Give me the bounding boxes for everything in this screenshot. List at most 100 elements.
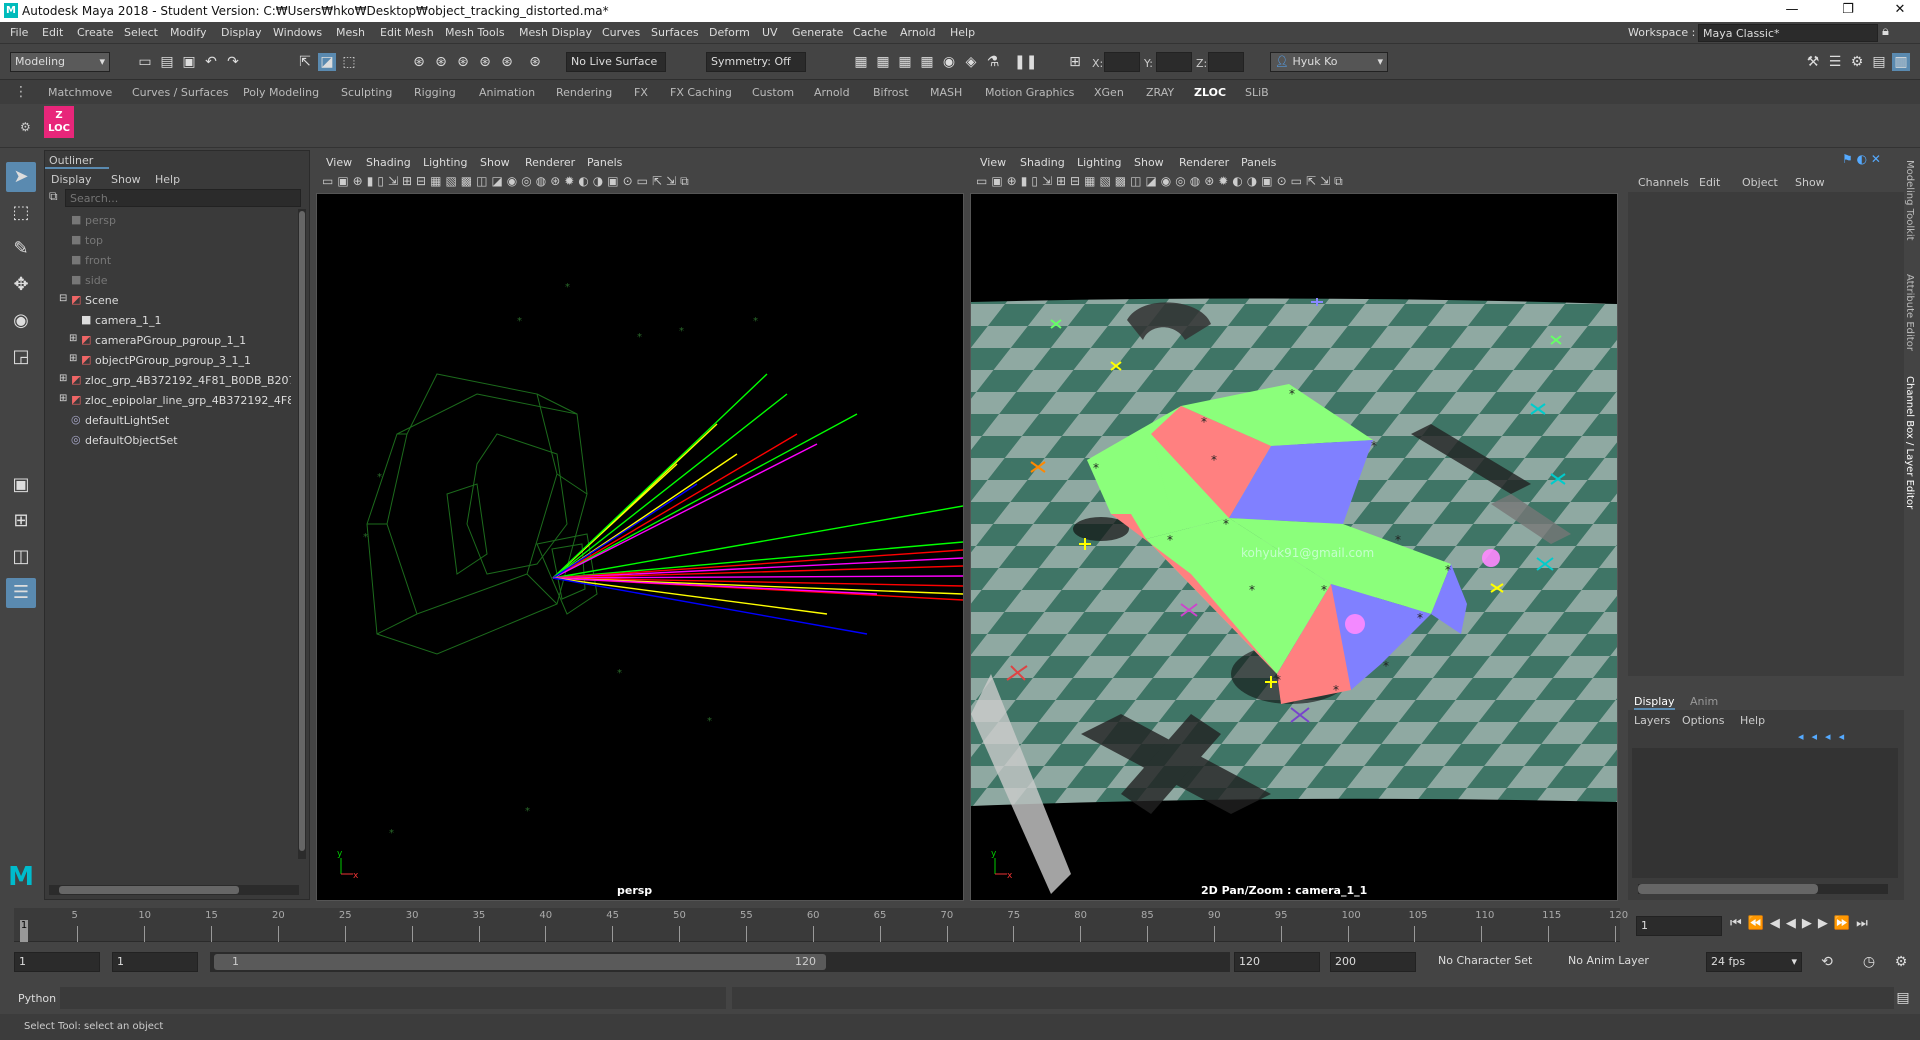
render-view-icon[interactable]: ▦ [852, 53, 870, 71]
menu-edit[interactable]: Edit [42, 26, 63, 39]
vp-left-menu-show[interactable]: Show [480, 156, 510, 169]
layer-tool-icons[interactable]: ◂◂◂◂ [1798, 730, 1852, 743]
select-hierarchy-icon[interactable]: ⇱ [296, 53, 314, 71]
playback-end-field[interactable]: 120 [1234, 952, 1320, 972]
playback-controls[interactable]: ⏮⏪◀◀▶▶⏩⏭ [1730, 916, 1874, 931]
vp-right-menu-shading[interactable]: Shading [1020, 156, 1065, 169]
menu-help[interactable]: Help [950, 26, 975, 39]
menu-edit-mesh[interactable]: Edit Mesh [380, 26, 434, 39]
attribute-editor-icon[interactable]: ☰ [1826, 53, 1844, 71]
maximize-button[interactable]: ❐ [1828, 2, 1868, 17]
step-forward-key-icon[interactable]: ⏩ [1834, 916, 1856, 931]
layer-menu-help[interactable]: Help [1740, 714, 1765, 727]
fps-dropdown[interactable]: 24 fps ▾ [1706, 952, 1802, 972]
step-forward-frame-icon[interactable]: ▶ [1818, 916, 1834, 931]
right-viewport-camera[interactable]: * * * * * * * * * * * * * * * kohyuk91@gmail.com yx… [970, 193, 1618, 901]
outliner-horizontal-scrollbar[interactable] [49, 885, 299, 895]
new-scene-icon[interactable]: ▭ [136, 53, 154, 71]
play-forward-icon[interactable]: ▶ [1802, 916, 1818, 931]
undo-icon[interactable]: ↶ [202, 53, 220, 71]
layer-menu-options[interactable]: Options [1682, 714, 1724, 727]
channel-box-icons[interactable]: ⚑ ◐ ✕ [1842, 152, 1881, 166]
live-surface-field[interactable]: No Live Surface [566, 52, 666, 72]
menu-surfaces[interactable]: Surfaces [651, 26, 699, 39]
snap-surface-icon[interactable]: ⊛ [498, 53, 516, 71]
left-viewport-toolbar[interactable]: ▭▣⊕▮▯⇲⊞⊟▦▧▩◫◪◉◎◍⊛✹◐◑▣⊙▭⇱⇲⧉ [316, 171, 964, 193]
scene-end-field[interactable]: 200 [1330, 952, 1416, 972]
auto-key-icon[interactable]: ◷ [1860, 953, 1878, 971]
outliner-tab[interactable]: Outliner [45, 151, 109, 169]
menu-mesh[interactable]: Mesh [336, 26, 365, 39]
expand-icon[interactable]: ⊞ [69, 333, 77, 344]
collapse-icon[interactable]: ⊟ [59, 293, 67, 304]
shelf-tab-xgen[interactable]: XGen [1094, 86, 1124, 99]
zloc-shelf-button[interactable]: Z LOC [44, 106, 74, 138]
outliner-item-camera-pgroup[interactable]: ⊞ ◩ cameraPGroup_pgroup_1_1 [45, 331, 293, 351]
vp-right-menu-panels[interactable]: Panels [1241, 156, 1276, 169]
layer-tab-anim[interactable]: Anim [1690, 695, 1718, 708]
vp-left-menu-panels[interactable]: Panels [587, 156, 622, 169]
channel-menu-object[interactable]: Object [1742, 176, 1778, 189]
shelf-tab-zloc[interactable]: ZLOC [1194, 86, 1226, 99]
menu-generate[interactable]: Generate [792, 26, 843, 39]
step-back-frame-icon[interactable]: ◀ [1770, 916, 1786, 931]
outliner-item-zloc-grp[interactable]: ⊞ ◩ zloc_grp_4B372192_4F81_B0DB_B207_ [45, 371, 293, 391]
range-slider-handle[interactable]: 1 120 [214, 954, 826, 970]
outliner-menu-display[interactable]: Display [51, 173, 92, 186]
paint-select-tool-icon[interactable]: ✎ [6, 234, 36, 264]
snap-curve-icon[interactable]: ⊛ [432, 53, 450, 71]
minimize-button[interactable]: — [1772, 2, 1812, 17]
tool-settings-icon[interactable]: ⚙ [1848, 53, 1866, 71]
hypershade-icon[interactable]: ◉ [940, 53, 958, 71]
snap-grid-icon[interactable]: ⊛ [410, 53, 428, 71]
move-tool-icon[interactable]: ✥ [6, 270, 36, 300]
outliner-item-front[interactable]: ■ front [45, 251, 293, 271]
side-by-side-layout-icon[interactable]: ◫ [6, 542, 36, 572]
anim-layer-dropdown[interactable]: No Anim Layer [1564, 952, 1684, 972]
vp-right-menu-view[interactable]: View [980, 156, 1006, 169]
script-editor-icon[interactable]: ▤ [1894, 989, 1912, 1007]
rotate-tool-icon[interactable]: ◉ [6, 306, 36, 336]
outliner-filter-icon[interactable]: ⧉ [49, 189, 58, 204]
single-perspective-layout-icon[interactable]: ▣ [6, 470, 36, 500]
workspace-dropdown[interactable]: Maya Classic* [1698, 24, 1878, 42]
channel-menu-edit[interactable]: Edit [1699, 176, 1720, 189]
shelf-options-icon[interactable]: ⋮ [14, 84, 28, 100]
expand-icon[interactable]: ⊞ [59, 373, 67, 384]
range-slider-track[interactable]: 1 120 [210, 952, 1230, 972]
vp-right-menu-show[interactable]: Show [1134, 156, 1164, 169]
render-setup-icon[interactable]: ◈ [962, 53, 980, 71]
menu-windows[interactable]: Windows [273, 26, 322, 39]
outliner-item-side[interactable]: ■ side [45, 271, 293, 291]
four-view-layout-icon[interactable]: ⊞ [6, 506, 36, 536]
menu-create[interactable]: Create [77, 26, 114, 39]
playback-start-field[interactable]: 1 [112, 952, 198, 972]
transform-mode-icon[interactable]: ⊞ [1066, 53, 1084, 71]
outliner-layout-icon[interactable]: ☰ [6, 578, 36, 608]
side-tab-modeling-toolkit[interactable]: Modeling Toolkit [1904, 160, 1915, 241]
light-editor-icon[interactable]: ⚗ [984, 53, 1002, 71]
shelf-tab-custom[interactable]: Custom [752, 86, 794, 99]
character-set-dropdown[interactable]: No Character Set [1434, 952, 1554, 972]
render-frame-icon[interactable]: ▦ [874, 53, 892, 71]
layer-menu-layers[interactable]: Layers [1634, 714, 1670, 727]
scene-start-field[interactable]: 1 [14, 952, 100, 972]
shelf-settings-icon[interactable]: ⚙ [20, 120, 31, 134]
go-to-start-icon[interactable]: ⏮ [1730, 916, 1748, 931]
vp-left-menu-view[interactable]: View [326, 156, 352, 169]
channel-box-icon[interactable]: ▤ [1870, 53, 1888, 71]
menu-mesh-display[interactable]: Mesh Display [519, 26, 592, 39]
shelf-tab-fx-caching[interactable]: FX Caching [670, 86, 732, 99]
outliner-item-object-pgroup[interactable]: ⊞ ◩ objectPGroup_pgroup_3_1_1 [45, 351, 293, 371]
current-time-marker[interactable]: 1 [20, 920, 28, 942]
z-field[interactable] [1208, 52, 1244, 72]
close-button[interactable]: ✕ [1880, 2, 1920, 17]
go-to-end-icon[interactable]: ⏭ [1856, 916, 1874, 931]
outliner-menu-help[interactable]: Help [155, 173, 180, 186]
time-slider[interactable]: 5 10 15 20 25 30 35 40 45 50 55 60 65 70 75 80 85 90 95 100… [0, 906, 1920, 946]
shelf-tab-fx[interactable]: FX [634, 86, 648, 99]
layer-scrollbar[interactable] [1638, 884, 1888, 894]
menu-deform[interactable]: Deform [709, 26, 750, 39]
shelf-tab-curves-surfaces[interactable]: Curves / Surfaces [132, 86, 229, 99]
vp-left-menu-lighting[interactable]: Lighting [423, 156, 467, 169]
